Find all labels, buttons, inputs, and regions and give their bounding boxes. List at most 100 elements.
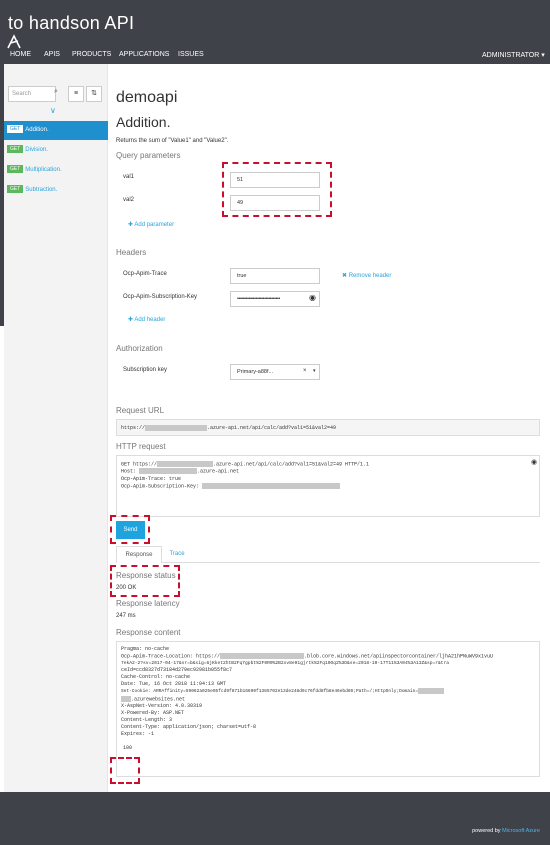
http-trace-line: Ocp-Apim-Trace: true xyxy=(121,475,182,482)
get-badge: GET xyxy=(7,165,24,174)
operation-title: Addition. xyxy=(116,114,171,130)
get-badge: GET xyxy=(7,125,24,134)
request-url-box: https:// .azure-api.net/api/calc/add?val1… xyxy=(116,419,540,436)
http-request-line: GET https:// .azure-api.net/api/calc/add?… xyxy=(121,461,535,468)
op-label: Subtraction. xyxy=(25,187,58,193)
header-input-subkey[interactable]: •••••••••••••••••••••••••••••• xyxy=(230,291,320,307)
remove-header-link[interactable]: ✖ Remove header xyxy=(342,272,391,279)
req-line-prefix: GET https:// xyxy=(121,461,158,468)
resp-powered-by: X-Powered-By: ASP.NET xyxy=(121,709,185,716)
param-name-val2: val2 xyxy=(123,197,135,203)
redacted-host xyxy=(139,468,198,475)
resp-trace-location: Ocp-Apim-Trace-Location: https:// .blob.c… xyxy=(121,653,535,660)
brand-title[interactable]: to handson API xyxy=(8,13,134,34)
sort-button[interactable]: ⇅ xyxy=(86,86,102,102)
subkey-prefix: Ocp-Apim-Subscription-Key: xyxy=(121,482,200,489)
query-params-heading: Query parameters xyxy=(116,151,181,160)
azure-brand: Microsoft Azure xyxy=(502,828,540,834)
nav-products[interactable]: PRODUCTS xyxy=(72,51,111,58)
add-header-link[interactable]: ✚ Add header xyxy=(128,316,165,323)
request-url-heading: Request URL xyxy=(116,406,165,415)
get-badge: GET xyxy=(7,185,24,194)
redacted-storage xyxy=(220,653,305,659)
user-menu[interactable]: ADMINISTRATOR ▾ xyxy=(482,51,545,59)
subscription-key-label: Subscription key xyxy=(123,367,168,373)
trace-loc-suffix: .blob.core.windows.net/apiinspectorconta… xyxy=(304,653,494,660)
add-parameter-label: Add parameter xyxy=(134,222,175,228)
list-view-button[interactable]: ≡ xyxy=(68,86,84,102)
header-name-trace: Ocp-Apim-Trace xyxy=(123,271,167,277)
resp-content-type: Content-Type: application/json; charset=… xyxy=(121,723,257,730)
redacted-host xyxy=(157,461,214,467)
sidebar-op-multiplication[interactable]: GET Multiplication. xyxy=(4,161,108,180)
headers-heading: Headers xyxy=(116,248,147,257)
subscription-key-value: Primary-a88f... xyxy=(237,369,274,375)
main-nav: HOME APIS PRODUCTS APPLICATIONS ISSUES A… xyxy=(0,51,550,63)
chevron-down-icon[interactable]: ∨ xyxy=(50,106,56,115)
footer-powered-by[interactable]: powered by Microsoft Azure xyxy=(472,828,540,834)
url-suffix: .azure-api.net/api/calc/add?val1=51&val2… xyxy=(207,425,337,432)
resp-trace-location-3: ceId=ccd8327d73184d279ec92981b055f8c7 xyxy=(121,667,233,674)
resp-cookie-domain: .azurewebsites.net xyxy=(121,695,535,703)
param-name-val1: val1 xyxy=(123,174,135,180)
search-icon[interactable]: ⌕ xyxy=(54,88,58,96)
resp-expires: Expires: -1 xyxy=(121,730,155,737)
search-input[interactable]: Search xyxy=(8,86,56,102)
clear-icon[interactable]: × xyxy=(303,368,307,374)
tab-response[interactable]: Response xyxy=(116,546,162,563)
http-request-heading: HTTP request xyxy=(116,442,166,451)
operation-description: Returns the sum of "Value1" and "Value2"… xyxy=(116,138,229,144)
nav-home[interactable]: HOME xyxy=(10,51,31,58)
sidebar-op-subtraction[interactable]: GET Subtraction. xyxy=(4,181,108,200)
op-label: Division. xyxy=(25,147,48,153)
response-content-box: Pragma: no-cache Ocp-Apim-Trace-Location… xyxy=(116,641,540,777)
remove-header-label: Remove header xyxy=(348,273,392,279)
footer xyxy=(0,792,550,845)
powered-by-label: powered by xyxy=(472,828,501,834)
operations-sidebar: Search ⌕ ≡ ⇅ ∨ GET Addition. GET Division.… xyxy=(4,64,108,792)
host-suffix: .azure-api.net xyxy=(197,468,240,475)
highlight-status xyxy=(110,565,180,597)
eye-icon[interactable]: ◉ xyxy=(531,458,537,466)
eye-icon[interactable]: ◉ xyxy=(309,293,316,302)
dropdown-arrow-icon[interactable]: ▾ xyxy=(313,368,316,374)
nav-applications[interactable]: APPLICATIONS xyxy=(119,51,169,58)
redacted-key xyxy=(202,482,341,489)
cookie-prefix: Set-Cookie: ARRAffinity=59062a025e05fcd9… xyxy=(121,689,419,695)
tab-trace[interactable]: Trace xyxy=(162,546,192,563)
subscription-key-select[interactable]: Primary-a88f... × ▾ xyxy=(230,364,320,380)
close-icon: ✖ xyxy=(342,273,349,279)
redacted-host xyxy=(145,425,208,431)
http-request-box[interactable]: GET https:// .azure-api.net/api/calc/add?… xyxy=(116,455,540,517)
trace-loc-prefix: Ocp-Apim-Trace-Location: https:// xyxy=(121,653,221,660)
header-input-trace[interactable]: true xyxy=(230,268,320,284)
add-parameter-link[interactable]: ✚ Add parameter xyxy=(128,221,174,228)
redacted-domain xyxy=(121,695,131,702)
nav-apis[interactable]: APIS xyxy=(44,51,60,58)
authorization-heading: Authorization xyxy=(116,344,163,353)
http-subkey-line: Ocp-Apim-Subscription-Key: xyxy=(121,482,535,490)
http-host-line: Host: .azure-api.net xyxy=(121,468,535,475)
resp-body: 100 xyxy=(123,744,133,751)
host-prefix: Host: xyxy=(121,468,137,475)
op-label: Multiplication. xyxy=(25,167,62,173)
logo-icon[interactable] xyxy=(6,34,22,50)
resp-pragma: Pragma: no-cache xyxy=(121,646,170,652)
resp-content-length: Content-Length: 3 xyxy=(121,716,173,723)
url-prefix: https:// xyxy=(121,425,146,432)
resp-trace-location-2: 7ekA2-2?sv=2017-04-17&sr=b&sig=6jKket2ht… xyxy=(121,661,450,667)
highlight-query-params xyxy=(222,162,332,217)
resp-date: Date: Tue, 16 Oct 2018 11:04:13 GMT xyxy=(121,681,227,688)
resp-cache-control: Cache-Control: no-cache xyxy=(121,674,191,681)
sidebar-op-addition[interactable]: GET Addition. xyxy=(4,121,108,140)
request-url-text: https:// .azure-api.net/api/calc/add?val1… xyxy=(121,425,336,431)
op-label: Addition. xyxy=(25,127,49,133)
sort-icon: ⇅ xyxy=(91,90,97,97)
add-header-label: Add header xyxy=(134,317,166,323)
list-icon: ≡ xyxy=(73,90,79,97)
resp-set-cookie: Set-Cookie: ARRAffinity=59062a025e05fcd9… xyxy=(121,688,535,695)
sidebar-op-division[interactable]: GET Division. xyxy=(4,141,108,160)
highlight-body xyxy=(110,757,140,784)
nav-issues[interactable]: ISSUES xyxy=(178,51,204,58)
api-title: demoapi xyxy=(116,89,178,106)
